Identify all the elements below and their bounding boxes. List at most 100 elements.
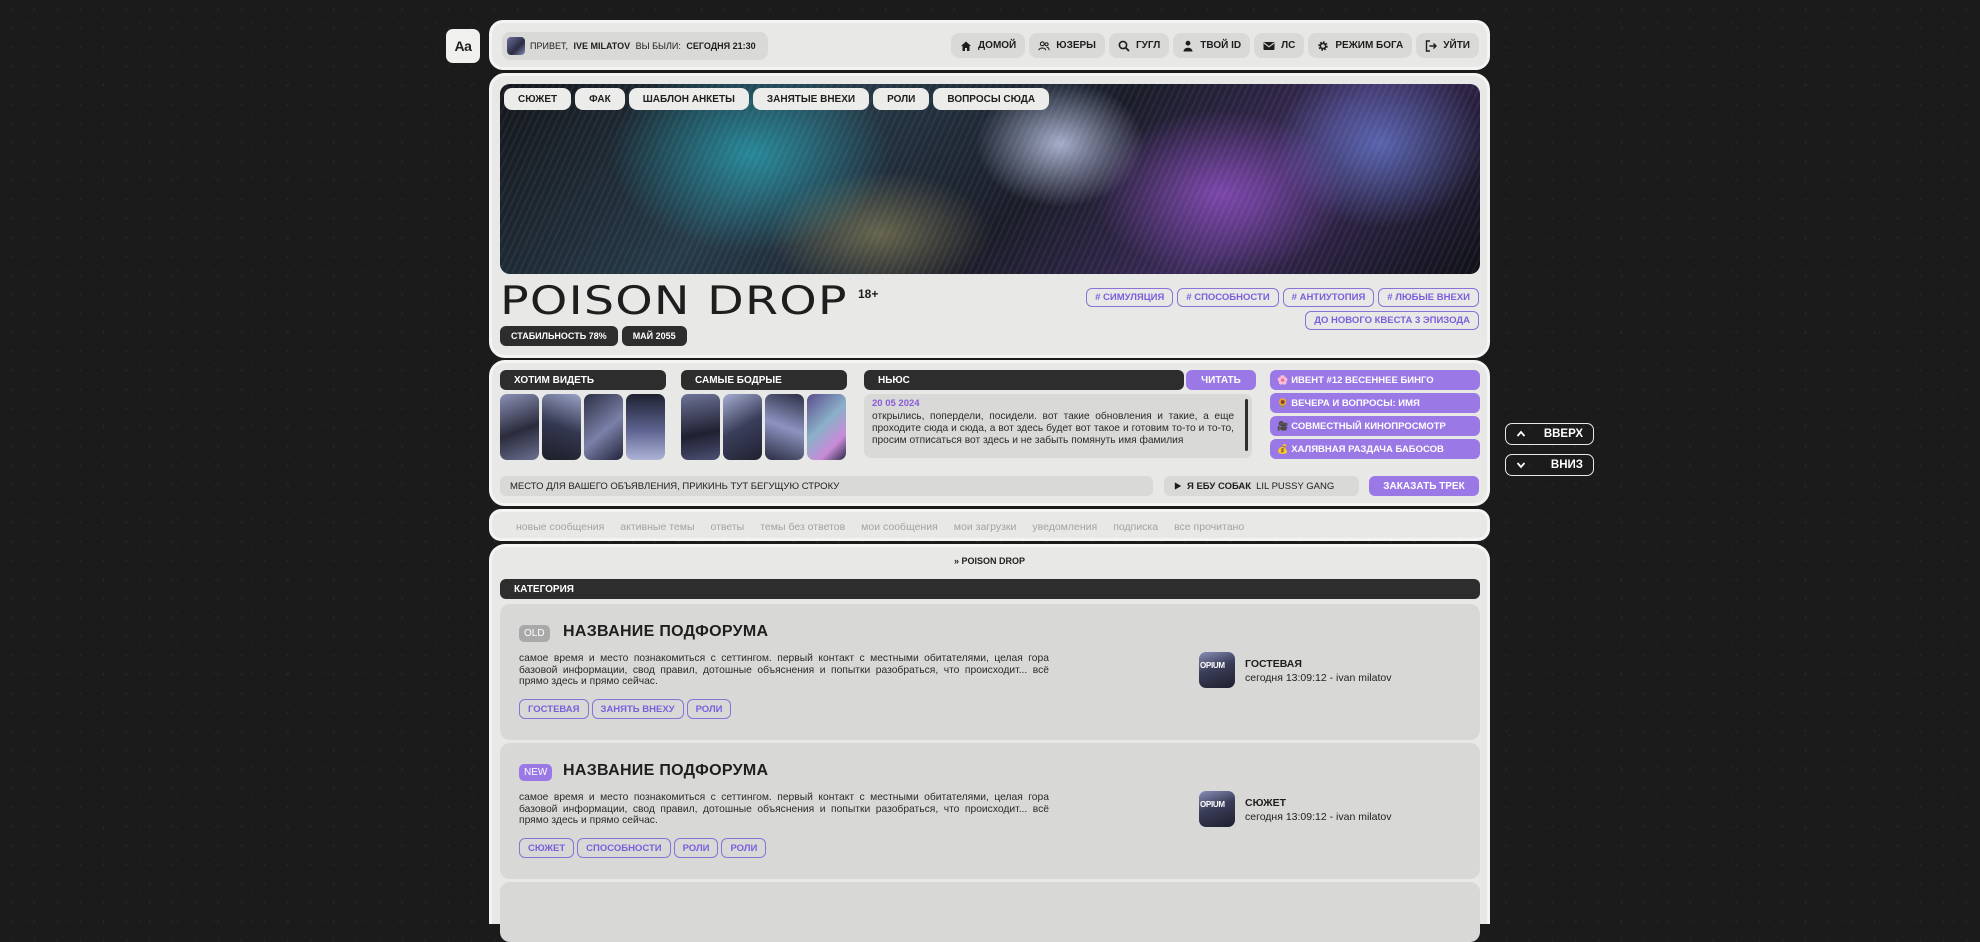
avatar[interactable] <box>507 37 525 55</box>
last-post-avatar[interactable] <box>1199 791 1235 827</box>
active-thumb[interactable] <box>723 394 762 460</box>
subforum-row[interactable] <box>500 882 1480 942</box>
subforum-row[interactable]: OLD НАЗВАНИЕ ПОДФОРУМА самое время и мес… <box>500 604 1480 740</box>
chevron-up-icon <box>1516 430 1526 437</box>
news-text: открылись, попердели, посидели. вот таки… <box>872 411 1234 446</box>
news-scrollbar[interactable] <box>1245 399 1248 451</box>
camera-icon: 🎥 <box>1277 420 1289 431</box>
sunflower-icon: 🌻 <box>1277 397 1289 408</box>
last-post-meta: сегодня 13:09:12 - ivan milatov <box>1245 672 1392 684</box>
quest-countdown[interactable]: ДО НОВОГО КВЕСТА 3 ЭПИЗОДА <box>1305 311 1479 330</box>
tab-taken-looks[interactable]: ЗАНЯТЫЕ ВНЕХИ <box>752 88 870 110</box>
last-topic[interactable]: СЮЖЕТ <box>1245 797 1286 809</box>
main-nav: ДОМОЙ ЮЗЕРЫ ГУГЛ ТВОЙ ID ЛС РЕЖИМ БОГА У… <box>951 33 1479 58</box>
event-item[interactable]: 🎥 СОВМЕСТНЫЙ КИНОПРОСМОТР <box>1270 416 1480 436</box>
status-badge: NEW <box>519 764 553 781</box>
tab-faq[interactable]: ФАК <box>575 88 625 110</box>
tag-any-looks[interactable]: # ЛЮБЫЕ ВНЕХИ <box>1378 288 1479 307</box>
nav-logout-label: УЙТИ <box>1443 40 1470 51</box>
tab-questions[interactable]: ВОПРОСЫ СЮДА <box>933 88 1050 110</box>
subforum-tag[interactable]: РОЛИ <box>673 838 719 858</box>
subforum-tag[interactable]: СЮЖЕТ <box>519 838 575 858</box>
breadcrumb[interactable]: » POISON DROP <box>492 556 1487 566</box>
nav-search[interactable]: ГУГЛ <box>1108 33 1170 58</box>
event-label: ИВЕНТ #12 ВЕСЕННЕЕ БИНГО <box>1291 374 1434 386</box>
link-unanswered[interactable]: темы без ответов <box>760 521 845 533</box>
wanted-thumb[interactable] <box>584 394 623 460</box>
username[interactable]: IVE MILATOV <box>573 41 630 51</box>
tag-simulation[interactable]: # СИМУЛЯЦИЯ <box>1086 288 1174 307</box>
last-post-avatar[interactable] <box>1199 652 1235 688</box>
active-thumb[interactable] <box>765 394 804 460</box>
mail-icon <box>1263 41 1275 50</box>
nav-messages[interactable]: ЛС <box>1254 33 1305 58</box>
subforum-title[interactable]: НАЗВАНИЕ ПОДФОРУМА <box>563 623 768 641</box>
scroll-up-label: ВВЕРХ <box>1543 428 1583 440</box>
subforum-tag[interactable]: СПОСОБНОСТИ <box>577 838 671 858</box>
link-notifications[interactable]: уведомления <box>1032 521 1097 533</box>
subforum-tag[interactable]: ЗАНЯТЬ ВНЕХУ <box>591 699 684 719</box>
link-my-posts[interactable]: мои сообщения <box>861 521 938 533</box>
nav-profile-label: ТВОЙ ID <box>1200 40 1242 51</box>
event-item[interactable]: 🌸 ИВЕНТ #12 ВЕСЕННЕЕ БИНГО <box>1270 370 1480 390</box>
link-replies[interactable]: ответы <box>711 521 745 533</box>
last-visit-prefix: ВЫ БЫЛИ: <box>635 41 681 51</box>
wanted-thumb[interactable] <box>500 394 539 460</box>
nav-home[interactable]: ДОМОЙ <box>951 33 1026 58</box>
tab-template[interactable]: ШАБЛОН АНКЕТЫ <box>628 88 749 110</box>
last-visit: СЕГОДНЯ 21:30 <box>686 41 756 51</box>
event-item[interactable]: 💰 ХАЛЯВНАЯ РАЗДАЧА БАБОСОВ <box>1270 439 1480 459</box>
tab-plot[interactable]: СЮЖЕТ <box>504 88 572 110</box>
active-thumb[interactable] <box>807 394 846 460</box>
scroll-up-button[interactable]: ВВЕРХ <box>1505 423 1594 445</box>
subforum-row[interactable]: NEW НАЗВАНИЕ ПОДФОРУМА самое время и мес… <box>500 743 1480 879</box>
subforum-tag[interactable]: РОЛИ <box>686 699 732 719</box>
link-my-uploads[interactable]: мои загрузки <box>954 521 1017 533</box>
quick-links: новые сообщения активные темы ответы тем… <box>489 509 1490 541</box>
money-bag-icon: 💰 <box>1277 443 1289 454</box>
nav-messages-label: ЛС <box>1281 40 1296 51</box>
users-icon <box>1038 40 1050 50</box>
subforum-title[interactable]: НАЗВАНИЕ ПОДФОРУМА <box>563 762 768 780</box>
active-thumb[interactable] <box>681 394 720 460</box>
banner-image <box>500 84 1480 274</box>
track-title: Я ЕБУ СОБАК <box>1187 480 1252 492</box>
nav-home-label: ДОМОЙ <box>978 40 1017 51</box>
nav-profile[interactable]: ТВОЙ ID <box>1173 33 1251 58</box>
nav-search-label: ГУГЛ <box>1135 40 1161 51</box>
nav-admin[interactable]: РЕЖИМ БОГА <box>1308 33 1413 58</box>
subforum-description: самое время и место познакомиться с сетт… <box>519 653 1049 688</box>
event-item[interactable]: 🌻 ВЕЧЕРА И ВОПРОСЫ: ИМЯ <box>1270 393 1480 413</box>
scroll-down-button[interactable]: ВНИЗ <box>1505 454 1594 476</box>
play-icon[interactable] <box>1174 482 1182 490</box>
logout-icon <box>1426 39 1438 52</box>
tag-abilities[interactable]: # СПОСОБНОСТИ <box>1177 288 1279 307</box>
link-mark-read[interactable]: все прочитано <box>1174 521 1244 533</box>
events-list: 🌸 ИВЕНТ #12 ВЕСЕННЕЕ БИНГО 🌻 ВЕЧЕРА И ВОПР… <box>1270 370 1480 459</box>
stability-badge: СТАБИЛЬНОСТЬ 78% <box>500 326 618 346</box>
link-new-posts[interactable]: новые сообщения <box>516 521 604 533</box>
nav-users[interactable]: ЮЗЕРЫ <box>1029 33 1105 58</box>
read-news-button[interactable]: ЧИТАТЬ <box>1186 370 1256 390</box>
link-active-topics[interactable]: активные темы <box>620 521 694 533</box>
subforum-tags: СЮЖЕТ СПОСОБНОСТИ РОЛИ РОЛИ <box>519 838 767 858</box>
subforum-tag[interactable]: ГОСТЕВАЯ <box>519 699 589 719</box>
nav-logout[interactable]: УЙТИ <box>1416 33 1479 58</box>
ad-ticker[interactable]: МЕСТО ДЛЯ ВАШЕГО ОБЪЯВЛЕНИЯ, ПРИКИНЬ ТУТ… <box>500 476 1153 496</box>
active-header: САМЫЕ БОДРЫЕ <box>681 370 847 390</box>
wanted-thumb[interactable] <box>542 394 581 460</box>
tag-antiutopia[interactable]: # АНТИУТОПИЯ <box>1282 288 1375 307</box>
hero-tabs: СЮЖЕТ ФАК ШАБЛОН АНКЕТЫ ЗАНЯТЫЕ ВНЕХИ РО… <box>504 88 1050 110</box>
wanted-thumb[interactable] <box>626 394 665 460</box>
event-label: ВЕЧЕРА И ВОПРОСЫ: ИМЯ <box>1291 397 1420 409</box>
news-box: 20 05 2024 открылись, попердели, посидел… <box>864 394 1252 458</box>
subforum-tag[interactable]: РОЛИ <box>721 838 767 858</box>
font-size-toggle[interactable]: Aa <box>446 29 480 63</box>
last-topic[interactable]: ГОСТЕВАЯ <box>1245 658 1302 670</box>
tab-roles[interactable]: РОЛИ <box>873 88 930 110</box>
user-icon <box>1183 40 1193 51</box>
link-subscriptions[interactable]: подписка <box>1113 521 1158 533</box>
event-label: ХАЛЯВНАЯ РАЗДАЧА БАБОСОВ <box>1291 443 1444 455</box>
order-track-button[interactable]: ЗАКАЗАТЬ ТРЕК <box>1369 476 1479 496</box>
age-rating: 18+ <box>858 287 879 301</box>
